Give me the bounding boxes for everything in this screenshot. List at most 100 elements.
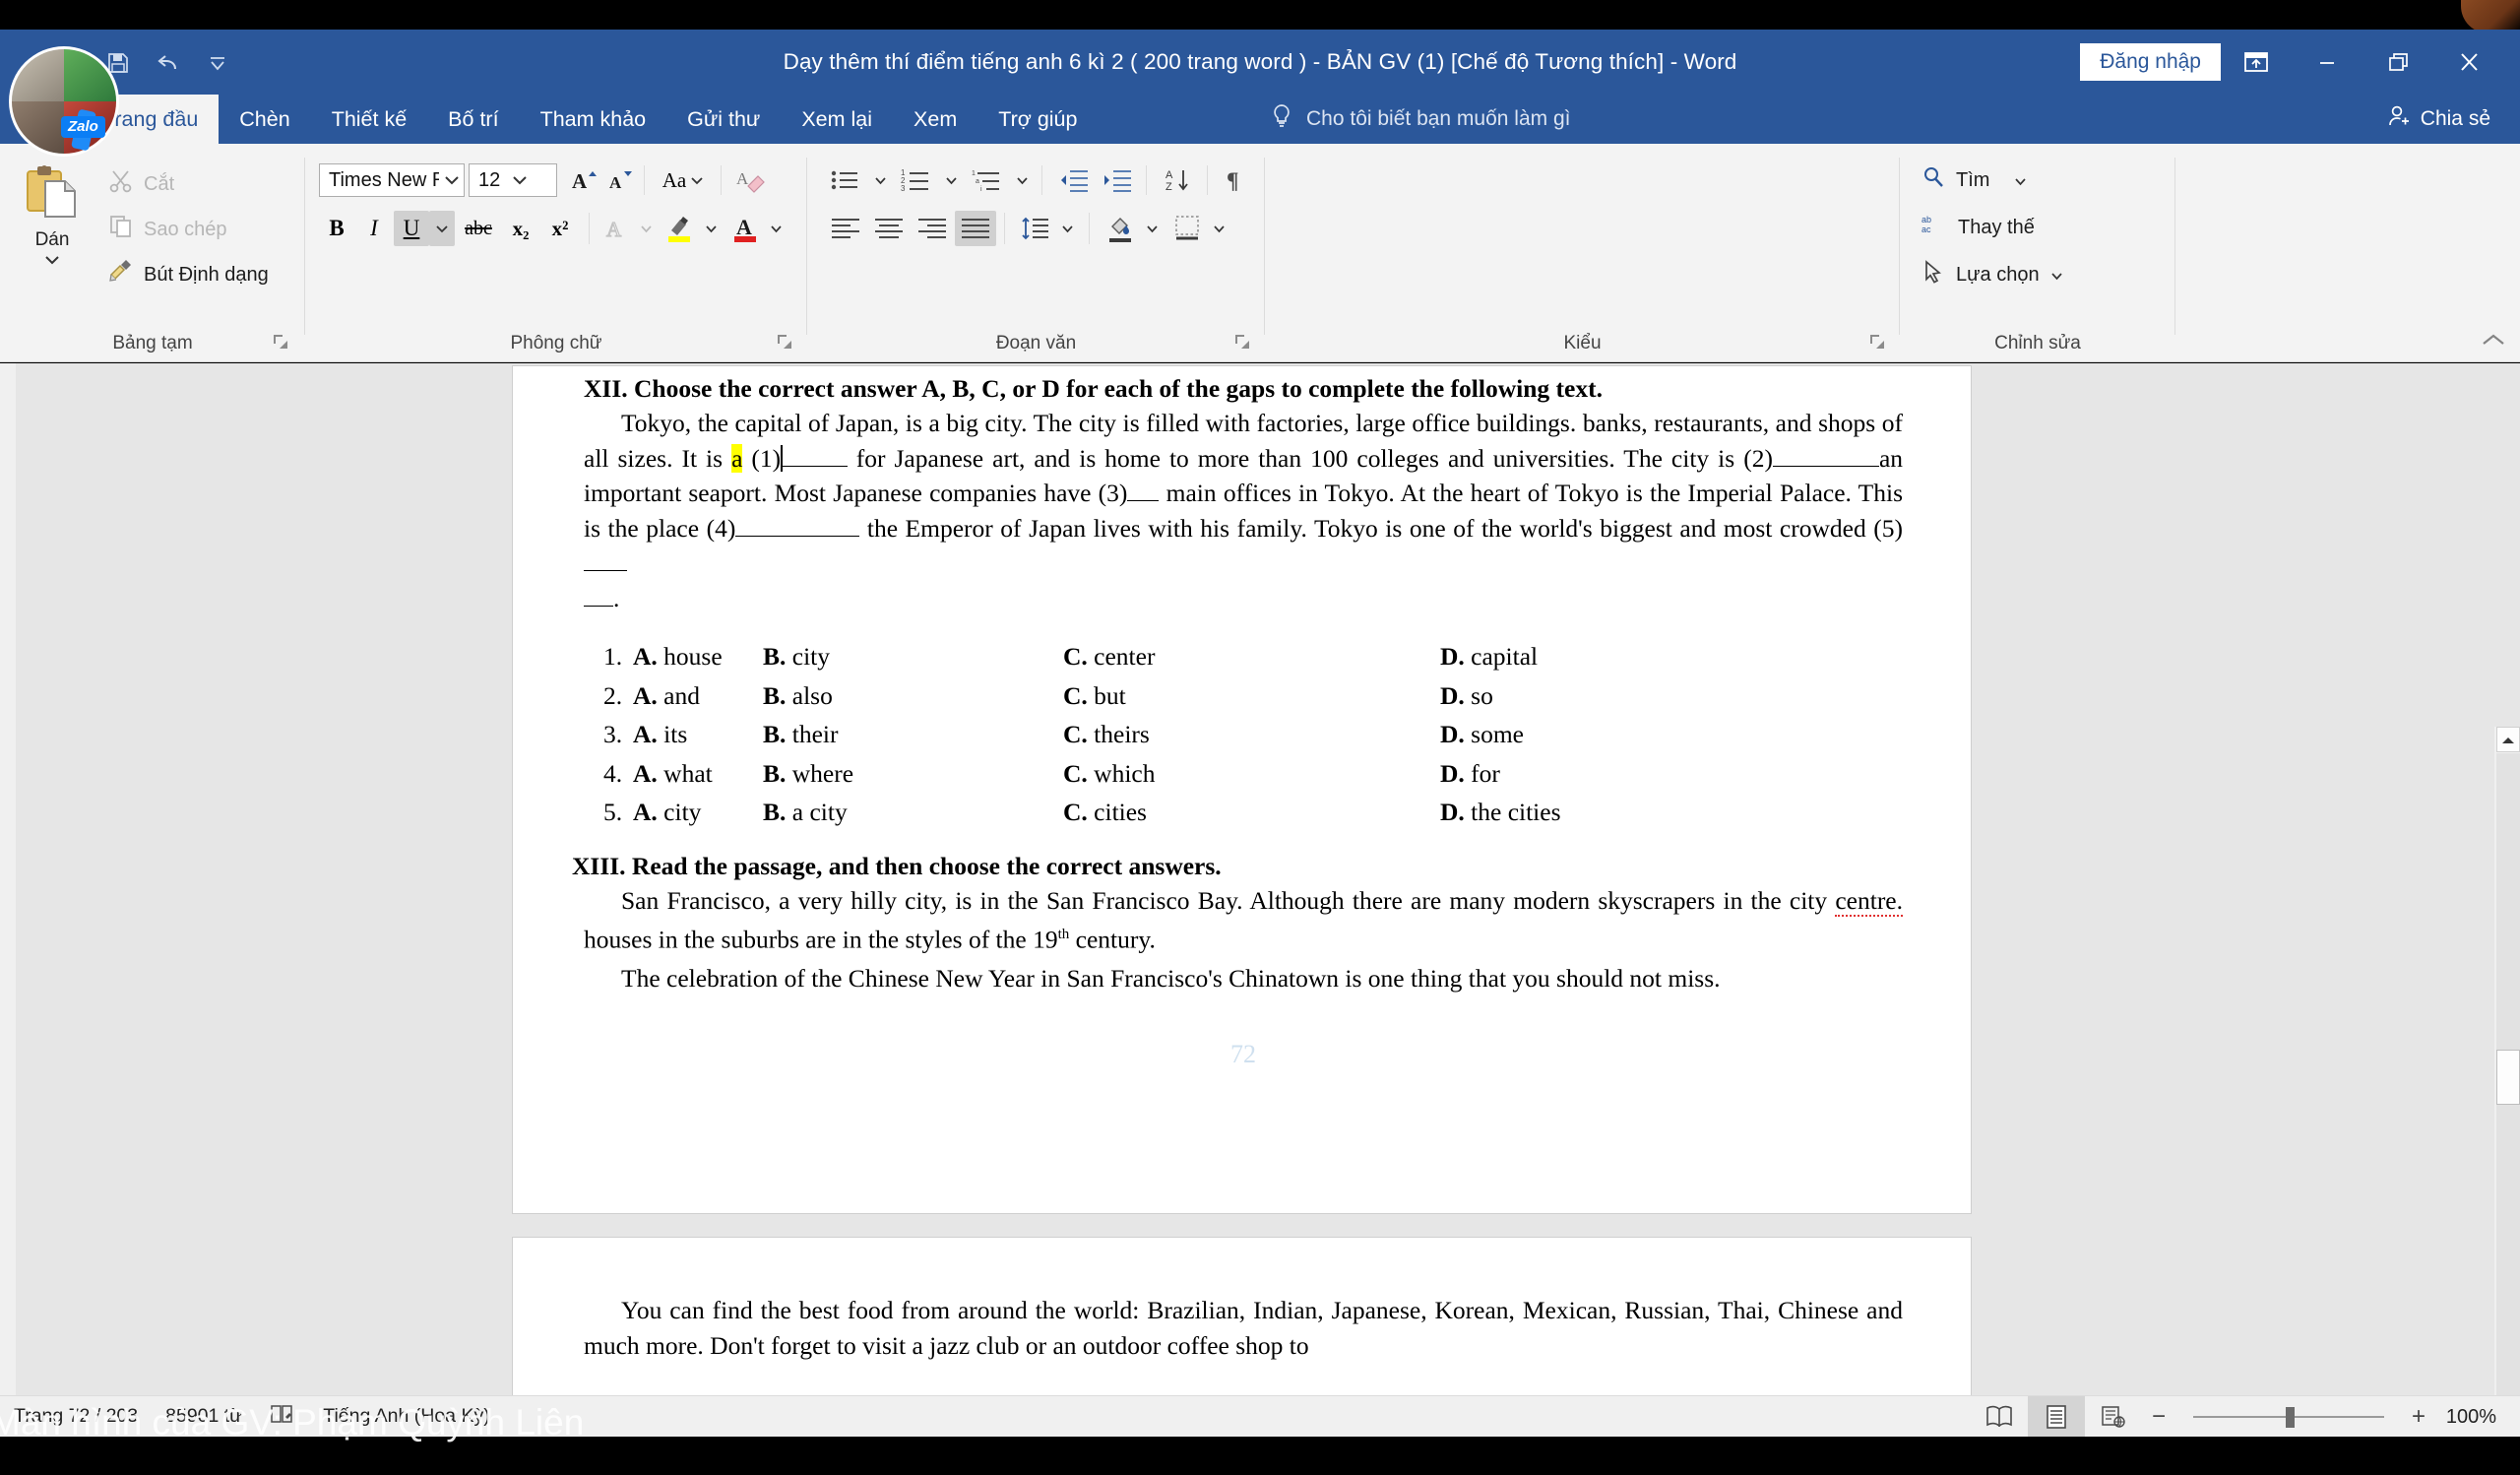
zalo-avatar-overlay[interactable] xyxy=(12,49,116,154)
clipboard-dialog-launcher-icon[interactable] xyxy=(272,333,289,351)
select-dropdown-icon[interactable] xyxy=(2050,264,2063,287)
read-mode-button[interactable] xyxy=(1971,1396,2028,1438)
font-size-value: 12 xyxy=(478,168,501,191)
cut-button[interactable]: Cắt xyxy=(102,165,275,203)
minimize-icon[interactable] xyxy=(2292,30,2362,95)
scrollbar-thumb[interactable] xyxy=(2496,1050,2520,1105)
scroll-up-arrow-icon[interactable] xyxy=(2496,727,2520,752)
qat-customize-icon[interactable] xyxy=(207,52,228,74)
font-group-label: Phông chữ xyxy=(510,333,602,353)
ribbon-display-options-icon[interactable] xyxy=(2221,30,2292,95)
shading-dropdown-icon[interactable] xyxy=(1140,211,1164,246)
highlight-dropdown-icon[interactable] xyxy=(699,211,723,246)
superscript-button[interactable]: x² xyxy=(541,211,579,246)
format-painter-button[interactable]: Bút Định dạng xyxy=(102,256,275,293)
styles-dialog-launcher-icon[interactable] xyxy=(1868,333,1886,351)
ordinal-suffix: th xyxy=(1057,927,1070,942)
find-dropdown-icon[interactable] xyxy=(2014,169,2027,192)
multilevel-dropdown-icon[interactable] xyxy=(1010,163,1034,197)
decrease-indent-button[interactable] xyxy=(1053,163,1095,197)
numbering-button[interactable]: 123 xyxy=(896,163,937,197)
font-color-dropdown-icon[interactable] xyxy=(764,211,788,246)
increase-indent-button[interactable] xyxy=(1097,163,1138,197)
text-effects-button[interactable]: A xyxy=(598,211,634,246)
option-letter-d: D. xyxy=(1440,680,1465,710)
web-layout-button[interactable] xyxy=(2085,1396,2142,1438)
tell-me-search[interactable]: Cho tôi biết bạn muốn làm gì xyxy=(1270,95,1571,144)
document-page-2[interactable]: You can find the best food from around t… xyxy=(513,1238,1971,1395)
clear-formatting-button[interactable]: A xyxy=(732,163,770,197)
tab-bo-tri[interactable]: Bố trí xyxy=(427,95,519,144)
text-effects-dropdown-icon[interactable] xyxy=(634,211,658,246)
shrink-font-button[interactable]: A xyxy=(602,163,636,197)
tab-tro-giup[interactable]: Trợ giúp xyxy=(977,95,1098,144)
chevron-down-icon[interactable] xyxy=(439,175,464,185)
zoom-in-button[interactable]: + xyxy=(2402,1403,2435,1431)
line-spacing-dropdown-icon[interactable] xyxy=(1055,211,1079,246)
zoom-out-button[interactable]: − xyxy=(2142,1403,2175,1431)
option-c: C. but xyxy=(1063,676,1440,716)
borders-button[interactable] xyxy=(1167,209,1207,248)
option-c: C. which xyxy=(1063,754,1440,794)
option-d: D. some xyxy=(1440,715,1524,754)
tab-gui-thu[interactable]: Gửi thư xyxy=(666,95,781,144)
copy-button[interactable]: Sao chép xyxy=(102,211,275,248)
option-d-text: capital xyxy=(1471,642,1539,671)
numbering-dropdown-icon[interactable] xyxy=(939,163,963,197)
zoom-level[interactable]: 100% xyxy=(2435,1406,2520,1429)
font-name-combobox[interactable]: Times New R xyxy=(319,163,465,197)
strikethrough-label: abc xyxy=(465,217,492,239)
tab-thiet-ke[interactable]: Thiết kế xyxy=(311,95,427,144)
divider xyxy=(1146,165,1147,195)
font-size-combobox[interactable]: 12 xyxy=(469,163,557,197)
chevron-down-icon[interactable] xyxy=(506,175,534,185)
option-row-5: 5. A. city B. a city C. cities D. the ci… xyxy=(603,793,1903,832)
zoom-slider-thumb[interactable] xyxy=(2286,1407,2295,1428)
highlight-color-button[interactable] xyxy=(662,209,699,248)
replace-button[interactable]: ab ac Thay thế xyxy=(1918,211,2067,244)
print-layout-button[interactable] xyxy=(2028,1396,2085,1438)
underline-dropdown-icon[interactable] xyxy=(429,211,455,246)
share-button[interactable]: Chia sẻ xyxy=(2385,95,2490,144)
align-left-button[interactable] xyxy=(825,211,866,246)
bullets-button[interactable] xyxy=(825,163,866,197)
document-page-1[interactable]: XII. Choose the correct answer A, B, C, … xyxy=(513,366,1971,1213)
bullets-dropdown-icon[interactable] xyxy=(868,163,892,197)
paragraph-dialog-launcher-icon[interactable] xyxy=(1233,333,1251,351)
underline-button[interactable]: U xyxy=(394,211,429,246)
justify-button[interactable] xyxy=(955,211,996,246)
sort-button[interactable]: AZ xyxy=(1158,163,1199,197)
highlighted-word: a xyxy=(731,443,743,473)
change-case-button[interactable]: Aa xyxy=(655,163,712,197)
find-button[interactable]: Tìm xyxy=(1918,163,2067,197)
restore-icon[interactable] xyxy=(2362,30,2433,95)
italic-button[interactable]: I xyxy=(356,211,392,246)
zoom-slider[interactable] xyxy=(2175,1396,2402,1438)
collapse-ribbon-icon[interactable] xyxy=(2481,331,2506,353)
sign-in-button[interactable]: Đăng nhập xyxy=(2080,43,2221,81)
show-formatting-marks-button[interactable]: ¶ xyxy=(1217,163,1254,197)
vertical-scrollbar[interactable] xyxy=(2494,727,2520,1395)
borders-dropdown-icon[interactable] xyxy=(1207,211,1230,246)
paste-button[interactable]: Dán xyxy=(14,161,91,270)
align-center-button[interactable] xyxy=(868,211,910,246)
tab-xem[interactable]: Xem xyxy=(893,95,977,144)
font-color-button[interactable]: A xyxy=(726,209,764,248)
subscript-button[interactable]: x₂ xyxy=(502,211,539,246)
bold-button[interactable]: B xyxy=(319,211,354,246)
option-letter-d: D. xyxy=(1440,642,1465,671)
strikethrough-button[interactable]: abc xyxy=(459,211,498,246)
multilevel-list-button[interactable]: 1ai xyxy=(967,163,1008,197)
tab-chen[interactable]: Chèn xyxy=(219,95,310,144)
cut-label: Cắt xyxy=(144,172,175,195)
shading-button[interactable] xyxy=(1101,209,1140,248)
tab-tham-khao[interactable]: Tham khảo xyxy=(520,95,667,144)
undo-icon[interactable] xyxy=(156,51,181,75)
close-icon[interactable] xyxy=(2433,30,2504,95)
align-right-button[interactable] xyxy=(912,211,953,246)
line-spacing-button[interactable] xyxy=(1016,211,1055,246)
font-dialog-launcher-icon[interactable] xyxy=(776,333,793,351)
grow-font-button[interactable]: A xyxy=(567,163,600,197)
select-button[interactable]: Lựa chọn xyxy=(1918,258,2067,291)
tab-xem-lai[interactable]: Xem lại xyxy=(781,95,893,144)
